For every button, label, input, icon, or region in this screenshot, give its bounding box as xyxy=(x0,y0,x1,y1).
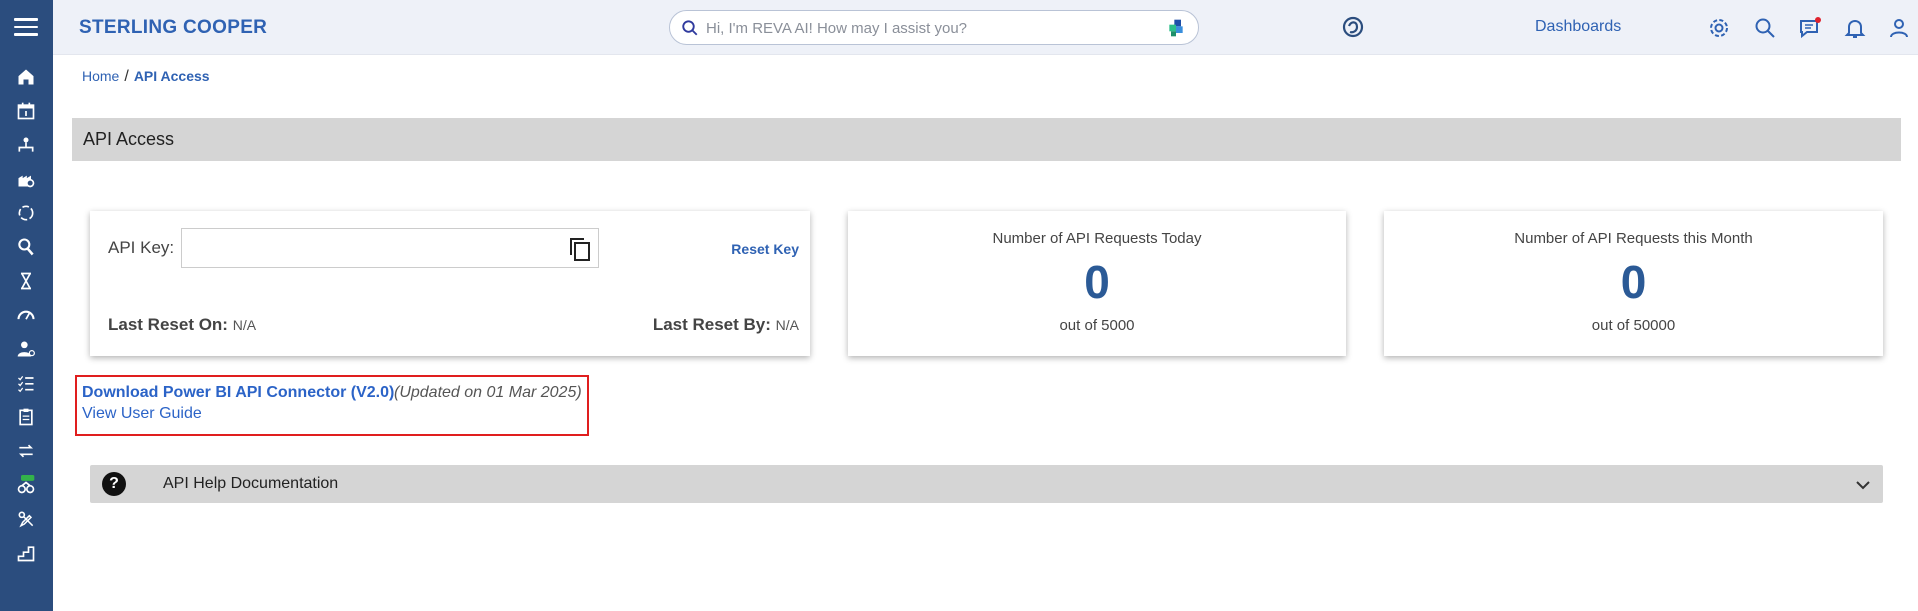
api-help-accordion[interactable]: ? API Help Documentation xyxy=(90,465,1883,503)
main-content: Home / API Access API Access API Key: Rese… xyxy=(53,55,1918,611)
stat-value: 0 xyxy=(1084,256,1110,308)
hourglass-icon[interactable] xyxy=(15,270,37,292)
last-reset-by: Last Reset By: N/A xyxy=(653,315,799,335)
breadcrumb-home-link[interactable]: Home xyxy=(82,68,119,84)
page-title-bar: API Access xyxy=(72,118,1901,161)
refresh-icon[interactable] xyxy=(15,202,37,224)
api-requests-today-card: Number of API Requests Today 0 out of 50… xyxy=(848,211,1346,356)
clipboard-icon[interactable] xyxy=(15,406,37,428)
dashboards-link[interactable]: Dashboards xyxy=(1535,18,1621,36)
messages-icon[interactable] xyxy=(1798,16,1822,40)
download-connector-box: Download Power BI API Connector (V2.0) (… xyxy=(75,375,589,436)
download-connector-link[interactable]: Download Power BI API Connector (V2.0) xyxy=(82,384,394,402)
last-reset-on: Last Reset On: N/A xyxy=(108,315,256,335)
factory-icon[interactable] xyxy=(15,168,37,190)
new-feature-icon[interactable] xyxy=(15,474,37,496)
last-reset-by-label: Last Reset By: xyxy=(652,315,771,334)
breadcrumb: Home / API Access xyxy=(82,68,210,86)
stat-limit: out of 5000 xyxy=(1059,317,1135,334)
gear-icon[interactable] xyxy=(1707,16,1731,40)
checklist-icon[interactable] xyxy=(15,372,37,394)
reset-key-button[interactable]: Reset Key xyxy=(731,241,799,257)
copy-icon[interactable] xyxy=(568,236,592,262)
sidebar xyxy=(0,0,53,611)
stat-limit: out of 50000 xyxy=(1591,317,1676,334)
reva-search-box[interactable] xyxy=(669,10,1199,45)
last-reset-by-value: N/A xyxy=(775,317,799,333)
org-chart-icon[interactable] xyxy=(15,134,37,156)
page-title: API Access xyxy=(83,129,175,149)
top-bar: STERLING COOPER Dashboards xyxy=(53,0,1918,55)
search-icon xyxy=(682,20,698,36)
api-key-card: API Key: Reset Key Last Reset On: N/A La… xyxy=(90,211,810,356)
reva-assistant-icon[interactable] xyxy=(1341,15,1365,39)
gauge-icon[interactable] xyxy=(15,304,37,326)
view-user-guide-link[interactable]: View User Guide xyxy=(82,405,202,423)
breadcrumb-separator: / xyxy=(124,68,129,85)
stat-title: Number of API Requests Today xyxy=(992,230,1202,247)
bell-icon[interactable] xyxy=(1843,16,1867,40)
pencil-tools-icon[interactable] xyxy=(15,508,37,530)
transfer-icon[interactable] xyxy=(15,440,37,462)
calendar-icon[interactable] xyxy=(15,100,37,122)
last-reset-on-value: N/A xyxy=(232,317,257,333)
api-key-field[interactable] xyxy=(181,228,599,268)
last-reset-on-label: Last Reset On: xyxy=(108,315,228,334)
hamburger-menu-icon[interactable] xyxy=(14,18,38,38)
ai-logo-icon[interactable] xyxy=(1166,18,1186,38)
chevron-down-icon[interactable] xyxy=(1855,477,1871,493)
stairs-icon[interactable] xyxy=(15,542,37,564)
stat-title: Number of API Requests this Month xyxy=(1514,230,1753,247)
api-key-label: API Key: xyxy=(108,238,175,257)
user-profile-icon[interactable] xyxy=(1887,16,1911,40)
help-question-icon: ? xyxy=(102,472,126,496)
stat-value: 0 xyxy=(1620,256,1647,308)
home-icon[interactable] xyxy=(15,66,37,88)
user-settings-icon[interactable] xyxy=(15,338,37,360)
help-title: API Help Documentation xyxy=(163,475,339,492)
connector-updated-note: (Updated on 01 Mar 2025) xyxy=(394,384,582,401)
search-person-icon[interactable] xyxy=(15,236,37,258)
brand-logo[interactable]: STERLING COOPER xyxy=(79,17,267,39)
search-input[interactable] xyxy=(706,17,1146,39)
api-requests-month-card: Number of API Requests this Month 0 out … xyxy=(1384,211,1883,356)
breadcrumb-current: API Access xyxy=(133,68,210,84)
search-icon[interactable] xyxy=(1753,16,1777,40)
